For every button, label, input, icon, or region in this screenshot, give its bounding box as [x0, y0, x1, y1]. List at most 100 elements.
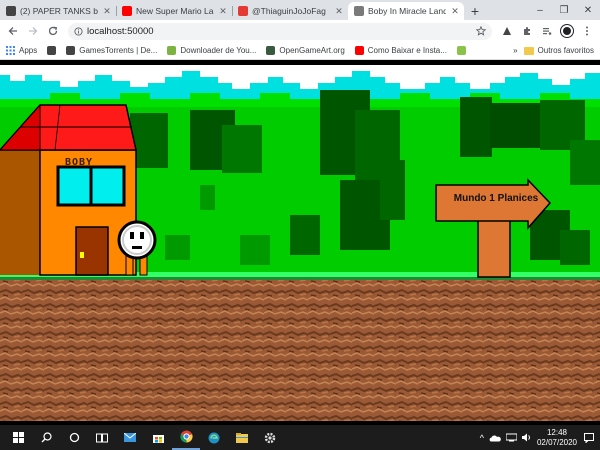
tab-title: Boby In Miracle Land (Ca	[368, 6, 446, 16]
tab-favicon	[6, 6, 16, 16]
tab-strip: (2) PAPER TANKS by CHIKI ✕ New Super Mar…	[0, 0, 600, 20]
onedrive-cloud-icon[interactable]	[489, 434, 501, 442]
tab-favicon	[238, 6, 248, 16]
clock-time: 12:48	[546, 427, 567, 437]
back-button[interactable]	[4, 22, 22, 40]
volume-icon[interactable]	[521, 433, 532, 442]
bookmark-icon-only[interactable]	[456, 46, 466, 55]
taskbar-settings[interactable]	[256, 425, 284, 450]
url-text: localhost:50000	[87, 25, 154, 37]
close-icon[interactable]: ✕	[334, 6, 344, 17]
bookmarks-right: » Outros favoritos	[513, 46, 594, 55]
house-sign: BOBY	[65, 157, 94, 168]
bookmark-icon-only[interactable]	[47, 46, 57, 55]
address-bar[interactable]: localhost:50000	[68, 22, 492, 40]
extension-icon[interactable]	[498, 22, 516, 40]
bookmarks-overflow-button[interactable]: »	[513, 46, 517, 55]
forward-button[interactable]	[24, 22, 42, 40]
tab-favicon	[354, 6, 364, 16]
tab-boby-miracle-land[interactable]: Boby In Miracle Land (Ca ✕	[348, 2, 464, 20]
download-arrow-icon	[167, 46, 177, 55]
search-button[interactable]	[32, 425, 60, 450]
other-bookmarks-folder[interactable]: Outros favoritos	[523, 46, 594, 55]
search-icon	[41, 432, 52, 443]
reload-button[interactable]	[44, 22, 62, 40]
reload-icon	[48, 26, 58, 36]
taskbar-edge[interactable]	[200, 425, 228, 450]
taskbar-explorer[interactable]	[228, 425, 256, 450]
task-view-icon	[96, 433, 108, 442]
avatar	[561, 25, 573, 37]
media-control-icon[interactable]	[538, 22, 556, 40]
house-side-wall	[0, 150, 40, 275]
bookmarks-bar: Apps GamesTorrents | De... Downloader de…	[0, 42, 600, 60]
profile-button[interactable]	[558, 22, 576, 40]
minimize-button[interactable]: –	[528, 0, 552, 20]
tab-title: New Super Mario Land (Mi	[136, 6, 214, 16]
bookmark-gamestorrents[interactable]: GamesTorrents | De...	[66, 46, 157, 55]
bookmark-como-baixar[interactable]: Como Baixar e Insta...	[354, 46, 447, 55]
bookmark-label: Downloader de You...	[180, 46, 257, 55]
extension-triangle-icon	[503, 27, 511, 35]
network-icon[interactable]	[505, 433, 517, 442]
maximize-button[interactable]: ❐	[552, 0, 576, 20]
close-window-button[interactable]: ✕	[576, 0, 600, 20]
gear-icon	[264, 432, 276, 443]
notification-icon	[584, 432, 594, 443]
bookmark-label: OpenGameArt.org	[279, 46, 345, 55]
sign-board	[435, 178, 552, 230]
bookmark-opengameart[interactable]: OpenGameArt.org	[266, 46, 345, 55]
tray-chevron-up-icon[interactable]: ^	[480, 433, 484, 443]
bookmark-favicon	[47, 46, 57, 55]
star-icon[interactable]	[476, 26, 486, 36]
cortana-circle-icon	[69, 432, 79, 443]
start-button[interactable]	[4, 425, 32, 450]
chrome-icon	[179, 430, 193, 443]
mail-icon	[124, 433, 136, 442]
folder-icon	[236, 432, 248, 443]
back-arrow-icon	[8, 27, 17, 35]
game-scene	[0, 65, 600, 421]
youtube-icon	[122, 6, 132, 16]
taskbar-store[interactable]	[144, 425, 172, 450]
house-door	[75, 226, 109, 276]
page-content: BOBY Mundo 1 Planices	[0, 60, 600, 425]
edge-icon	[208, 432, 220, 443]
puzzle-icon[interactable]	[518, 22, 536, 40]
notifications-button[interactable]	[582, 431, 596, 445]
tab-mario-land[interactable]: New Super Mario Land (Mi ✕	[116, 2, 232, 20]
bookmark-label: GamesTorrents | De...	[79, 46, 158, 55]
new-tab-button[interactable]: +	[466, 2, 484, 20]
menu-kebab-icon[interactable]	[578, 22, 596, 40]
house	[0, 103, 137, 276]
taskbar-chrome[interactable]	[172, 425, 200, 450]
bookmark-downloader[interactable]: Downloader de You...	[167, 46, 256, 55]
info-icon[interactable]	[74, 26, 83, 36]
system-tray: ^ 12:48 02/07/2020	[480, 428, 596, 448]
close-icon[interactable]: ✕	[102, 6, 112, 17]
bookmark-favicon	[66, 46, 76, 55]
apps-grid-icon	[6, 46, 15, 55]
browser-toolbar: localhost:50000	[0, 20, 600, 42]
cortana-button[interactable]	[60, 425, 88, 450]
extensions-area	[498, 22, 596, 40]
game-canvas[interactable]: BOBY Mundo 1 Planices	[0, 65, 600, 421]
signpost-text: Mundo 1 Planices	[453, 193, 539, 204]
tab-thiaguin[interactable]: @ThiaguinJoJoFag ✕	[232, 2, 348, 20]
windows-logo-icon	[12, 432, 24, 443]
taskbar-mail[interactable]	[116, 425, 144, 450]
dirt-ground	[0, 280, 600, 421]
bookmark-favicon	[456, 46, 466, 55]
forward-arrow-icon	[29, 27, 38, 35]
close-icon[interactable]: ✕	[218, 6, 228, 17]
bookmark-apps[interactable]: Apps	[6, 46, 37, 55]
tab-paper-tanks[interactable]: (2) PAPER TANKS by CHIKI ✕	[0, 2, 116, 20]
task-view-button[interactable]	[88, 425, 116, 450]
taskbar-clock[interactable]: 12:48 02/07/2020	[537, 428, 577, 448]
store-bag-icon	[152, 435, 164, 443]
door-knob	[80, 252, 84, 258]
bookmark-label: Como Baixar e Insta...	[367, 46, 447, 55]
tab-title: @ThiaguinJoJoFag	[252, 6, 326, 16]
close-icon[interactable]: ✕	[450, 6, 460, 17]
tab-title: (2) PAPER TANKS by CHIKI	[20, 6, 98, 16]
